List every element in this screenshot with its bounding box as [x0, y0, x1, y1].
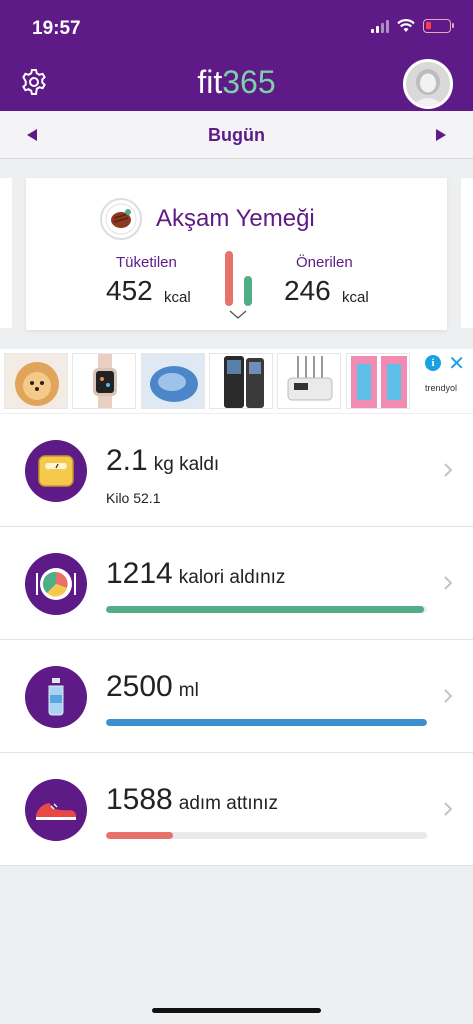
steps-taken: 1588 adım attınız — [106, 783, 279, 816]
ad-product-image[interactable] — [346, 353, 410, 409]
food-plate-icon — [25, 553, 87, 615]
consumed-unit: kcal — [164, 289, 191, 306]
wifi-icon — [397, 19, 415, 32]
weight-scale-icon — [25, 440, 87, 502]
water-progress-fill — [106, 719, 427, 726]
water-progress-bar — [106, 719, 427, 726]
ad-banner[interactable]: i ✕ trendyol — [0, 349, 473, 413]
ad-product-image[interactable] — [277, 353, 341, 409]
meal-card[interactable]: Akşam Yemeği Tüketilen 452 kcal Önerilen… — [26, 178, 447, 330]
app-header: 19:57 fit365 — [0, 0, 473, 111]
calories-progress-bar — [106, 606, 427, 613]
sneaker-icon — [25, 779, 87, 841]
chevron-down-icon[interactable] — [229, 310, 247, 320]
home-indicator — [152, 1008, 321, 1013]
current-day-label: Bugün — [208, 125, 265, 145]
ad-product-image[interactable] — [4, 353, 68, 409]
ad-close-icon[interactable]: ✕ — [448, 351, 465, 376]
chevron-right-icon — [444, 463, 453, 477]
steps-row[interactable]: 1588 adım attınız — [0, 753, 473, 866]
day-navigation: Bugün — [0, 111, 473, 159]
ad-product-image[interactable] — [209, 353, 273, 409]
ad-brand-label: trendyol — [424, 383, 457, 393]
consumed-label: Tüketilen — [116, 254, 177, 271]
status-icons — [371, 19, 454, 33]
recommended-value: 246 — [284, 275, 331, 306]
chevron-right-icon — [444, 576, 453, 590]
ad-product-image[interactable] — [141, 353, 205, 409]
cellular-signal-icon — [371, 19, 389, 33]
calories-progress-fill — [106, 606, 424, 613]
steps-progress-bar — [106, 832, 427, 839]
consumed-bar — [225, 251, 233, 306]
meal-title: Akşam Yemeği — [156, 205, 315, 232]
calories-row[interactable]: 1214 kalori aldınız — [0, 527, 473, 640]
weight-row[interactable]: 2.1 kg kaldı Kilo 52.1 — [0, 414, 473, 527]
water-consumed: 2500 ml — [106, 670, 199, 703]
meal-carousel: Akşam Yemeği Tüketilen 452 kcal Önerilen… — [0, 160, 473, 348]
weight-remaining: 2.1 kg kaldı — [106, 444, 220, 477]
recommended-unit: kcal — [342, 289, 369, 306]
ad-product-image[interactable] — [72, 353, 136, 409]
current-weight: Kilo 52.1 — [106, 490, 161, 506]
next-meal-card[interactable] — [461, 178, 473, 328]
water-bottle-icon — [25, 666, 87, 728]
ad-info-icon[interactable]: i — [425, 355, 441, 371]
steps-progress-fill — [106, 832, 174, 839]
battery-icon — [423, 19, 454, 33]
user-avatar-icon — [406, 62, 450, 106]
water-row[interactable]: 2500 ml — [0, 640, 473, 753]
profile-avatar[interactable] — [403, 59, 453, 109]
status-time: 19:57 — [32, 18, 81, 39]
previous-meal-card[interactable] — [0, 178, 12, 328]
recommended-label: Önerilen — [296, 254, 353, 271]
next-day-arrow-icon[interactable] — [436, 129, 446, 141]
consumed-value: 452 — [106, 275, 153, 306]
chevron-right-icon — [444, 802, 453, 816]
chevron-right-icon — [444, 689, 453, 703]
recommended-bar — [244, 276, 252, 306]
meal-plate-icon — [100, 198, 142, 240]
calories-consumed: 1214 kalori aldınız — [106, 557, 286, 590]
